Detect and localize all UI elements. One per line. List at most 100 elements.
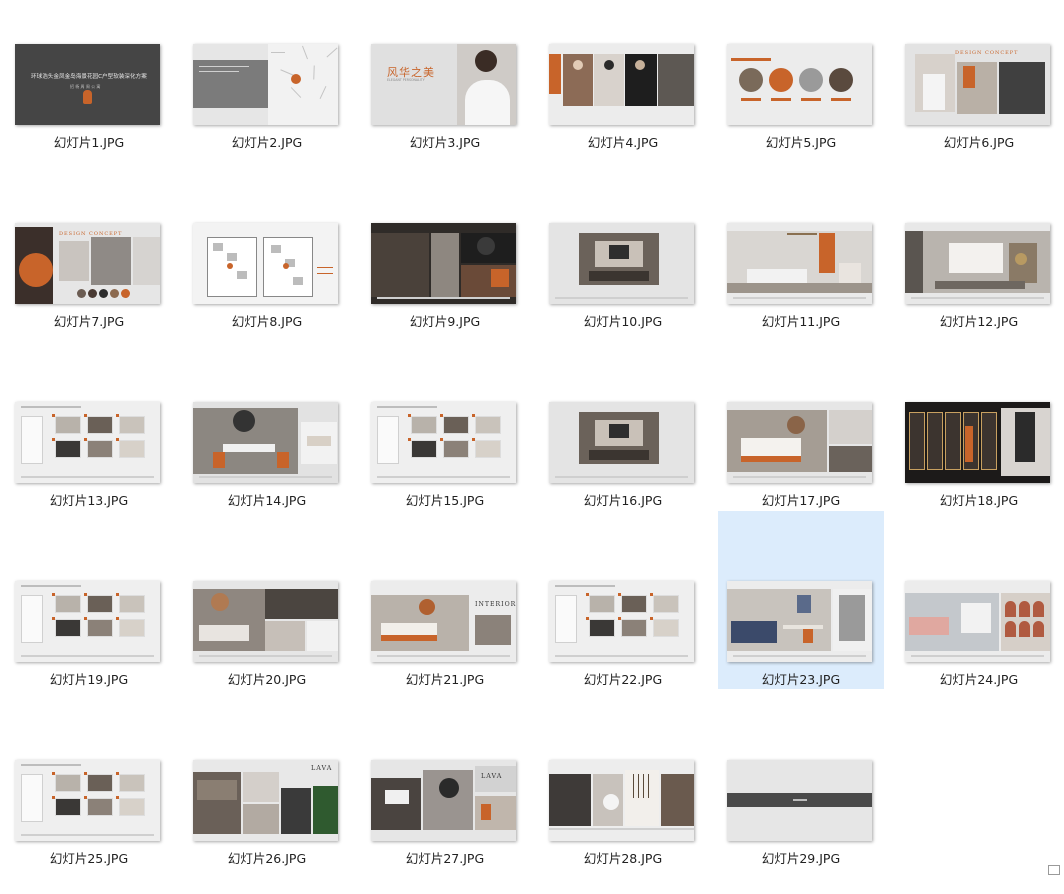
file-thumbnail[interactable] — [15, 581, 160, 662]
marker-dot — [472, 414, 475, 417]
file-item[interactable]: 幻灯片23.JPG — [718, 511, 884, 689]
file-item[interactable]: 幻灯片9.JPG — [362, 179, 528, 357]
file-name-label[interactable]: 幻灯片3.JPG — [362, 132, 528, 151]
file-name-label[interactable]: 幻灯片6.JPG — [896, 132, 1062, 151]
file-item[interactable]: 幻灯片16.JPG — [540, 358, 706, 536]
file-item[interactable]: DESIGN CONCEPT 幻灯片7.JPG — [6, 179, 172, 357]
file-name-label[interactable]: 幻灯片28.JPG — [540, 848, 706, 867]
file-thumbnail[interactable]: INTERIOR — [371, 581, 516, 662]
file-thumbnail[interactable] — [193, 223, 338, 304]
file-thumbnail[interactable]: LAVA — [371, 760, 516, 841]
file-thumbnail[interactable] — [549, 223, 694, 304]
file-item[interactable]: 风华之美 ELEGANT PERSONALITY 幻灯片3.JPG — [362, 0, 528, 178]
marker-dot — [84, 593, 87, 596]
file-item[interactable]: 幻灯片13.JPG — [6, 358, 172, 536]
file-name-label[interactable]: 幻灯片11.JPG — [718, 311, 884, 330]
file-name-label[interactable]: 幻灯片26.JPG — [184, 848, 350, 867]
product-photo — [87, 619, 113, 637]
file-thumbnail[interactable] — [905, 402, 1050, 483]
file-item[interactable]: 幻灯片28.JPG — [540, 716, 706, 894]
file-name-label[interactable]: 幻灯片1.JPG — [6, 132, 172, 151]
photo-figure — [923, 74, 945, 110]
file-thumbnail[interactable] — [905, 581, 1050, 662]
circle-caption — [831, 98, 851, 101]
file-thumbnail[interactable] — [727, 760, 872, 841]
file-thumbnail[interactable]: DESIGN CONCEPT — [15, 223, 160, 304]
file-name-label[interactable]: 幻灯片15.JPG — [362, 490, 528, 509]
kids-bed — [909, 617, 949, 635]
file-thumbnail[interactable] — [549, 760, 694, 841]
file-name-label[interactable]: 幻灯片17.JPG — [718, 490, 884, 509]
file-item[interactable]: 幻灯片5.JPG — [718, 0, 884, 178]
file-name-label[interactable]: 幻灯片10.JPG — [540, 311, 706, 330]
swatch — [77, 289, 86, 298]
file-item[interactable]: 幻灯片4.JPG — [540, 0, 706, 178]
file-item[interactable]: 幻灯片20.JPG — [184, 537, 350, 715]
file-name-label[interactable]: 幻灯片19.JPG — [6, 669, 172, 688]
closet-bay — [909, 412, 925, 470]
file-item[interactable]: 幻灯片14.JPG — [184, 358, 350, 536]
file-name-label[interactable]: 幻灯片21.JPG — [362, 669, 528, 688]
file-thumbnail[interactable] — [15, 402, 160, 483]
file-thumbnail[interactable] — [727, 402, 872, 483]
file-thumbnail[interactable] — [15, 760, 160, 841]
file-name-label[interactable]: 幻灯片4.JPG — [540, 132, 706, 151]
file-thumbnail[interactable]: 环球浩头金凤金岛海景花园C户型软装深化方案招 杨 周 周 公 寓 — [15, 44, 160, 125]
file-item[interactable]: 幻灯片22.JPG — [540, 537, 706, 715]
file-thumbnail[interactable] — [727, 223, 872, 304]
file-name-label[interactable]: 幻灯片13.JPG — [6, 490, 172, 509]
file-thumbnail[interactable] — [727, 44, 872, 125]
file-item[interactable]: 幻灯片10.JPG — [540, 179, 706, 357]
file-name-label[interactable]: 幻灯片7.JPG — [6, 311, 172, 330]
file-name-label[interactable]: 幻灯片23.JPG — [718, 669, 884, 688]
marker-dot — [472, 438, 475, 441]
file-name-label[interactable]: 幻灯片9.JPG — [362, 311, 528, 330]
file-thumbnail[interactable] — [193, 402, 338, 483]
file-item[interactable]: LAVA 幻灯片26.JPG — [184, 716, 350, 894]
file-thumbnail[interactable] — [193, 581, 338, 662]
file-item[interactable]: 环球浩头金凤金岛海景花园C户型软装深化方案招 杨 周 周 公 寓幻灯片1.JPG — [6, 0, 172, 178]
file-item[interactable]: LAVA 幻灯片27.JPG — [362, 716, 528, 894]
file-item[interactable]: 幻灯片29.JPG — [718, 716, 884, 894]
file-name-label[interactable]: 幻灯片5.JPG — [718, 132, 884, 151]
file-name-label[interactable]: 幻灯片12.JPG — [896, 311, 1062, 330]
file-thumbnail[interactable] — [371, 402, 516, 483]
file-thumbnail[interactable] — [549, 44, 694, 125]
file-name-label[interactable]: 幻灯片18.JPG — [896, 490, 1062, 509]
file-item[interactable]: 幻灯片15.JPG — [362, 358, 528, 536]
arch-niche — [1005, 621, 1016, 637]
file-item[interactable]: INTERIOR 幻灯片21.JPG — [362, 537, 528, 715]
file-name-label[interactable]: 幻灯片20.JPG — [184, 669, 350, 688]
file-name-label[interactable]: 幻灯片14.JPG — [184, 490, 350, 509]
file-item[interactable]: 幻灯片18.JPG — [896, 358, 1062, 536]
file-item[interactable]: 幻灯片8.JPG — [184, 179, 350, 357]
material-circle — [769, 68, 793, 92]
file-thumbnail[interactable] — [905, 223, 1050, 304]
file-name-label[interactable]: 幻灯片25.JPG — [6, 848, 172, 867]
file-thumbnail[interactable] — [549, 402, 694, 483]
file-item[interactable]: 幻灯片19.JPG — [6, 537, 172, 715]
file-item[interactable]: 幻灯片11.JPG — [718, 179, 884, 357]
file-thumbnail[interactable]: LAVA — [193, 760, 338, 841]
file-thumbnail[interactable] — [549, 581, 694, 662]
file-name-label[interactable]: 幻灯片16.JPG — [540, 490, 706, 509]
file-name-label[interactable]: 幻灯片2.JPG — [184, 132, 350, 151]
file-name-label[interactable]: 幻灯片8.JPG — [184, 311, 350, 330]
file-name-label[interactable]: 幻灯片27.JPG — [362, 848, 528, 867]
file-thumbnail[interactable]: 风华之美 ELEGANT PERSONALITY — [371, 44, 516, 125]
file-thumbnail[interactable]: DESIGN CONCEPT — [905, 44, 1050, 125]
file-name-label[interactable]: 幻灯片24.JPG — [896, 669, 1062, 688]
file-thumbnail[interactable] — [193, 44, 338, 125]
file-item[interactable]: DESIGN CONCEPT 幻灯片6.JPG — [896, 0, 1062, 178]
file-item[interactable]: 幻灯片12.JPG — [896, 179, 1062, 357]
file-thumbnail[interactable] — [727, 581, 872, 662]
file-name-label[interactable]: 幻灯片29.JPG — [718, 848, 884, 867]
file-item[interactable]: 幻灯片24.JPG — [896, 537, 1062, 715]
file-item[interactable]: 幻灯片25.JPG — [6, 716, 172, 894]
file-item[interactable]: 幻灯片2.JPG — [184, 0, 350, 178]
file-thumbnail[interactable] — [371, 223, 516, 304]
resize-grip-icon[interactable] — [1048, 865, 1060, 875]
file-name-label[interactable]: 幻灯片22.JPG — [540, 669, 706, 688]
file-item[interactable]: 幻灯片17.JPG — [718, 358, 884, 536]
product-photo — [621, 595, 647, 613]
